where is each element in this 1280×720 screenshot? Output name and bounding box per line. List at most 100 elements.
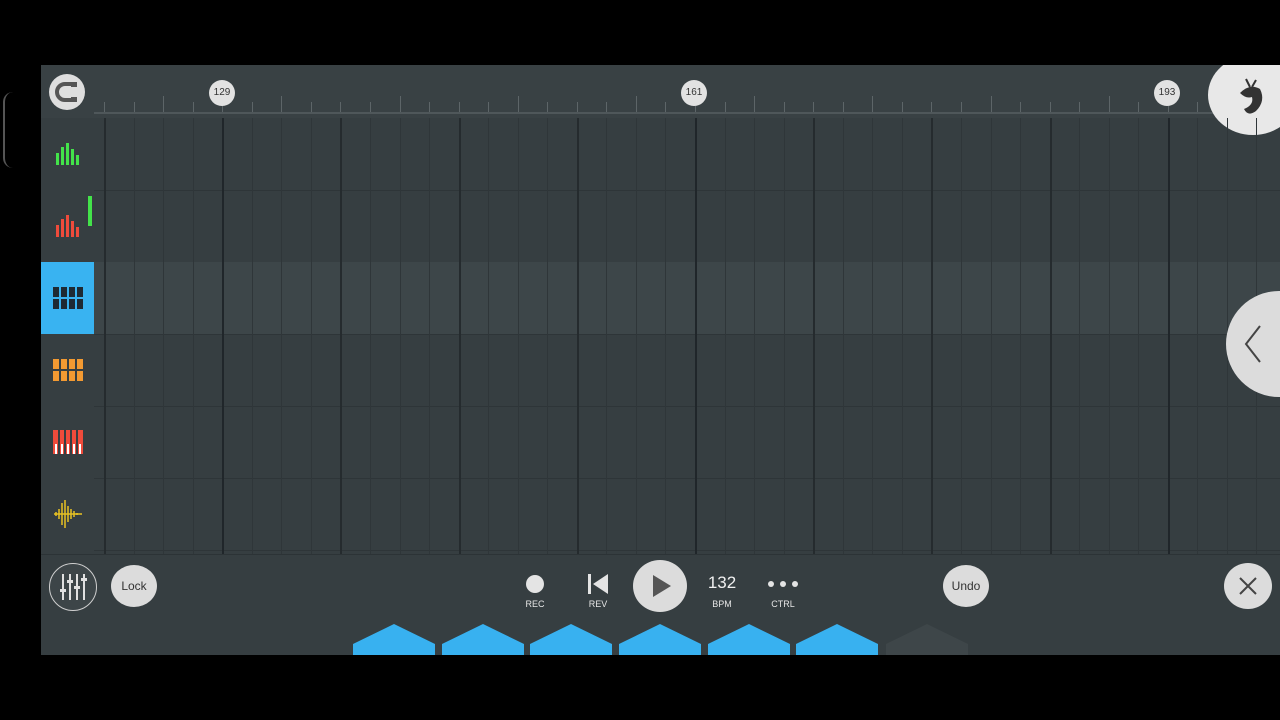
step-sequencer-orange-icon [52, 359, 83, 381]
record-dot-icon [526, 575, 544, 593]
ruler-tick [133, 102, 135, 112]
grid-beat-line [517, 118, 519, 554]
ruler-tick [251, 102, 253, 112]
record-button[interactable]: REC [515, 573, 555, 617]
chevron-left-icon [1244, 325, 1261, 363]
ruler-tick [754, 96, 756, 112]
rewind-button[interactable]: REV [578, 573, 618, 617]
ruler-tick [901, 102, 903, 112]
piano-keys-icon [52, 430, 83, 454]
grid-beat-line [222, 118, 225, 554]
mixer-button[interactable] [49, 563, 97, 611]
bar-marker-161[interactable]: 161 [681, 80, 707, 106]
track-mixer-green[interactable] [41, 118, 94, 190]
playlist-row[interactable] [94, 406, 1280, 479]
grid-beat-line [1167, 118, 1170, 554]
lock-button[interactable]: Lock [111, 565, 157, 607]
bpm-value: 132 [707, 573, 737, 592]
playlist-row-selected[interactable] [94, 262, 1280, 335]
grid-beat-line [369, 118, 371, 554]
grid-beat-line [1049, 118, 1052, 554]
playlist-row[interactable] [94, 190, 1280, 263]
ruler-tick [931, 102, 933, 112]
rewind-label: REV [588, 599, 608, 609]
ruler-tick [783, 102, 785, 112]
grid-beat-line [576, 118, 579, 554]
ruler-tick [1197, 102, 1199, 112]
ruler-tick [517, 96, 519, 112]
ruler-tick [547, 102, 549, 112]
grid-beat-line [1138, 118, 1140, 554]
ruler-tick [960, 102, 962, 112]
track-mixer-red[interactable] [41, 190, 94, 262]
track-icon-column [41, 118, 94, 554]
ruler-tick [340, 102, 342, 112]
ruler-tick [872, 96, 874, 112]
grid-beat-line [665, 118, 667, 554]
grid-beat-line [104, 118, 106, 554]
bar-marker-193[interactable]: 193 [1154, 80, 1180, 106]
mixer-levels-green-icon [55, 143, 79, 165]
grid-beat-line [754, 118, 756, 554]
track-step-sequencer-selected[interactable] [41, 262, 94, 334]
track-piano-roll[interactable] [41, 406, 94, 478]
ruler-tick [1020, 102, 1022, 112]
grid-beat-line [901, 118, 903, 554]
ruler-tick [1049, 102, 1051, 112]
playlist-row[interactable] [94, 478, 1280, 551]
play-icon [653, 575, 671, 597]
screen-edge-glyph [3, 92, 15, 168]
ruler-tick [104, 102, 105, 112]
ruler-tick [635, 96, 637, 112]
ruler-tick [458, 102, 460, 112]
bpm-label: BPM [712, 599, 732, 609]
playlist-row[interactable] [94, 118, 1280, 191]
grid-beat-line [133, 118, 135, 554]
ruler-tick [310, 102, 312, 112]
grid-beat-line [429, 118, 431, 554]
audio-waveform-icon [53, 500, 82, 528]
ruler-tick [429, 102, 431, 112]
snap-magnet-button[interactable] [49, 74, 85, 110]
skip-back-icon [588, 574, 608, 594]
close-icon [1239, 577, 1257, 595]
step-sequencer-icon [52, 287, 83, 309]
grid-beat-line [1108, 118, 1110, 554]
grid-beat-line [488, 118, 490, 554]
ruler-tick [1108, 96, 1110, 112]
undo-button[interactable]: Undo [943, 565, 989, 607]
record-label: REC [525, 599, 545, 609]
grid-beat-line [547, 118, 549, 554]
track-step-sequencer-orange[interactable] [41, 334, 94, 406]
ruler-tick [1079, 102, 1081, 112]
grid-beat-line [931, 118, 934, 554]
grid-beat-line [251, 118, 253, 554]
grid-beat-line [813, 118, 816, 554]
ruler-tick [813, 102, 815, 112]
magnet-icon [55, 82, 77, 102]
ruler-tick [192, 102, 194, 112]
ruler-tick [576, 102, 578, 112]
grid-beat-line [783, 118, 785, 554]
ruler-tick [990, 96, 992, 112]
fl-studio-mobile-playlist: 129 161 193 Lock REC REV 132 BPM CTRL Un… [41, 65, 1280, 655]
close-button[interactable] [1224, 563, 1272, 609]
timeline-ruler[interactable]: 129 161 193 [41, 65, 1280, 135]
grid-beat-line [310, 118, 312, 554]
track-audio-clip[interactable] [41, 478, 94, 550]
ruler-tick [665, 102, 667, 112]
grid-beat-line [1079, 118, 1081, 554]
bar-marker-129[interactable]: 129 [209, 80, 235, 106]
controls-button[interactable]: CTRL [763, 573, 803, 617]
play-button[interactable] [633, 560, 687, 612]
grid-beat-line [872, 118, 874, 554]
playlist-row[interactable] [94, 334, 1280, 407]
more-dots-icon [768, 581, 798, 587]
playlist-grid[interactable] [94, 118, 1280, 554]
grid-beat-line [458, 118, 461, 554]
ruler-tick [369, 102, 371, 112]
level-meter-bar [88, 196, 92, 226]
grid-beat-line [340, 118, 343, 554]
grid-beat-line [960, 118, 962, 554]
grid-beat-line [606, 118, 608, 554]
